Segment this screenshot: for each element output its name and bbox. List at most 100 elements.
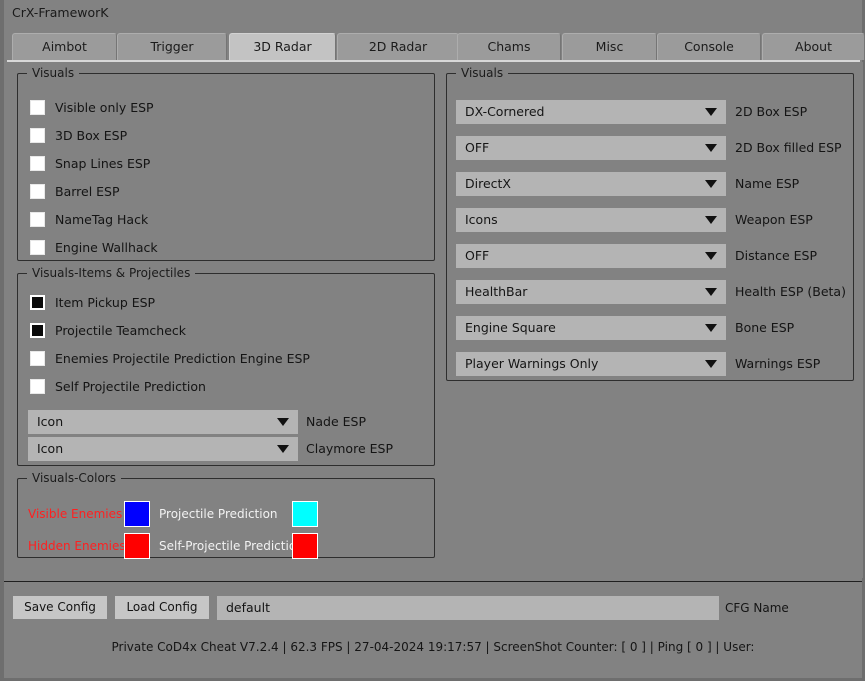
tab-label: Chams: [487, 39, 531, 54]
window-title: CrX-FrameworK: [12, 5, 109, 20]
combo-value: DirectX: [465, 176, 511, 191]
checkbox-label: Projectile Teamcheck: [55, 323, 187, 338]
group-title-visuals-right: Visuals: [456, 66, 509, 80]
color-swatch-visible-enemies[interactable]: [124, 501, 150, 527]
tab-label: About: [795, 39, 832, 54]
checkbox-snap-lines-esp[interactable]: [30, 156, 45, 171]
group-visuals-colors: Visuals-Colors Visible Enemies Projectile…: [17, 471, 435, 559]
checkbox-3d-box-esp[interactable]: [30, 128, 45, 143]
tab-3d-radar[interactable]: 3D Radar: [229, 33, 336, 61]
combo-caption-claymore-esp: Claymore ESP: [306, 441, 393, 456]
group-visuals-items-projectiles: Visuals-Items & Projectiles Item Pickup …: [17, 266, 435, 466]
combo-caption-distance-esp: Distance ESP: [735, 248, 818, 263]
tab-label: Misc: [595, 39, 624, 54]
combo-caption-bone-esp: Bone ESP: [735, 320, 795, 335]
combo-value: OFF: [465, 140, 490, 155]
combo-value: Icon: [37, 414, 64, 429]
chevron-down-icon[interactable]: [705, 324, 717, 332]
group-visuals-left: Visuals Visible only ESP 3D Box ESP Snap L…: [17, 66, 435, 261]
checkbox-nametag-hack[interactable]: [30, 212, 45, 227]
tab-trigger[interactable]: Trigger: [117, 33, 227, 60]
combo-caption-name-esp: Name ESP: [735, 176, 800, 191]
tab-chams[interactable]: Chams: [457, 33, 561, 60]
checkbox-engine-wallhack[interactable]: [30, 240, 45, 255]
color-swatch-self-projectile-prediction[interactable]: [292, 533, 318, 559]
chevron-down-icon[interactable]: [705, 216, 717, 224]
tab-2d-radar[interactable]: 2D Radar: [337, 33, 459, 60]
combo-warnings-esp[interactable]: Player Warnings Only: [456, 352, 726, 376]
checkbox-self-projectile-prediction[interactable]: [30, 379, 45, 394]
checkbox-label: Item Pickup ESP: [55, 295, 156, 310]
checkbox-item-pickup-esp[interactable]: [30, 295, 45, 310]
combo-weapon-esp[interactable]: Icons: [456, 208, 726, 232]
chevron-down-icon[interactable]: [277, 445, 289, 453]
tab-about[interactable]: About: [762, 33, 865, 60]
cfg-name-input-value: default: [226, 600, 270, 615]
checkbox-barrel-esp[interactable]: [30, 184, 45, 199]
load-config-button[interactable]: Load Config: [115, 596, 209, 619]
status-bar: Private CoD4x Cheat V7.2.4 | 62.3 FPS | …: [4, 632, 862, 662]
tab-console[interactable]: Console: [657, 33, 761, 60]
chevron-down-icon[interactable]: [705, 144, 717, 152]
combo-value: Icon: [37, 441, 64, 456]
combo-caption-warnings-esp: Warnings ESP: [735, 356, 821, 371]
checkbox-enemies-projectile-prediction-engine-esp[interactable]: [30, 351, 45, 366]
tab-label: Aimbot: [42, 39, 87, 54]
combo-claymore-esp[interactable]: Icon: [28, 437, 298, 461]
group-title-colors: Visuals-Colors: [27, 471, 121, 485]
group-title-items-projectiles: Visuals-Items & Projectiles: [27, 266, 196, 280]
combo-2d-box-filled-esp[interactable]: OFF: [456, 136, 726, 160]
checkbox-label: Engine Wallhack: [55, 240, 158, 255]
cfg-name-label: CFG Name: [725, 601, 789, 615]
checkbox-label: Barrel ESP: [55, 184, 120, 199]
footer-strip: [4, 663, 862, 678]
save-config-button[interactable]: Save Config: [13, 596, 107, 619]
tab-content-3d-radar: Visuals Visible only ESP 3D Box ESP Snap L…: [8, 62, 863, 578]
color-swatch-hidden-enemies[interactable]: [124, 533, 150, 559]
combo-nade-esp[interactable]: Icon: [28, 410, 298, 434]
checkbox-projectile-teamcheck[interactable]: [30, 323, 45, 338]
color-label-self-projectile-prediction: Self-Projectile Prediction: [159, 539, 304, 553]
chevron-down-icon[interactable]: [705, 288, 717, 296]
group-title-visuals-left: Visuals: [27, 66, 80, 80]
cfg-name-input[interactable]: default: [217, 596, 719, 620]
combo-distance-esp[interactable]: OFF: [456, 244, 726, 268]
combo-value: HealthBar: [465, 284, 528, 299]
tab-misc[interactable]: Misc: [562, 33, 657, 60]
chevron-down-icon[interactable]: [277, 418, 289, 426]
tab-label: 3D Radar: [253, 39, 312, 54]
tab-label: 2D Radar: [368, 39, 428, 54]
combo-caption-weapon-esp: Weapon ESP: [735, 212, 813, 227]
group-visuals-right: Visuals DX-Cornered 2D Box ESP OFF 2D Box f…: [446, 66, 854, 381]
combo-name-esp[interactable]: DirectX: [456, 172, 726, 196]
combo-caption-2d-box-esp: 2D Box ESP: [735, 104, 808, 119]
title-bar: CrX-FrameworK: [4, 0, 862, 28]
checkbox-label: Self Projectile Prediction: [55, 379, 206, 394]
combo-health-esp-beta[interactable]: HealthBar: [456, 280, 726, 304]
color-swatch-projectile-prediction[interactable]: [292, 501, 318, 527]
application-window: CrX-FrameworK Aimbot Trigger 3D Radar 2D Ra…: [0, 0, 865, 681]
color-label-projectile-prediction: Projectile Prediction: [159, 507, 278, 521]
tab-bar: Aimbot Trigger 3D Radar 2D Radar Chams Misc Co…: [7, 33, 865, 61]
checkbox-label: Visible only ESP: [55, 100, 154, 115]
combo-caption-health-esp-beta: Health ESP (Beta): [735, 284, 846, 299]
combo-caption-nade-esp: Nade ESP: [306, 414, 366, 429]
tab-aimbot[interactable]: Aimbot: [12, 33, 117, 60]
combo-value: Engine Square: [465, 320, 556, 335]
chevron-down-icon[interactable]: [705, 252, 717, 260]
chevron-down-icon[interactable]: [705, 108, 717, 116]
combo-value: Player Warnings Only: [465, 356, 599, 371]
combo-bone-esp[interactable]: Engine Square: [456, 316, 726, 340]
tab-label: Console: [684, 39, 734, 54]
combo-value: DX-Cornered: [465, 104, 545, 119]
combo-2d-box-esp[interactable]: DX-Cornered: [456, 100, 726, 124]
color-label-visible-enemies: Visible Enemies: [28, 507, 123, 521]
chevron-down-icon[interactable]: [705, 360, 717, 368]
checkbox-visible-only-esp[interactable]: [30, 100, 45, 115]
checkbox-label: 3D Box ESP: [55, 128, 128, 143]
color-label-hidden-enemies: Hidden Enemies: [28, 539, 126, 553]
status-text: Private CoD4x Cheat V7.2.4 | 62.3 FPS | …: [111, 640, 755, 654]
config-bar: Save Config Load Config default CFG Name: [4, 583, 862, 631]
chevron-down-icon[interactable]: [705, 180, 717, 188]
checkbox-label: NameTag Hack: [55, 212, 149, 227]
